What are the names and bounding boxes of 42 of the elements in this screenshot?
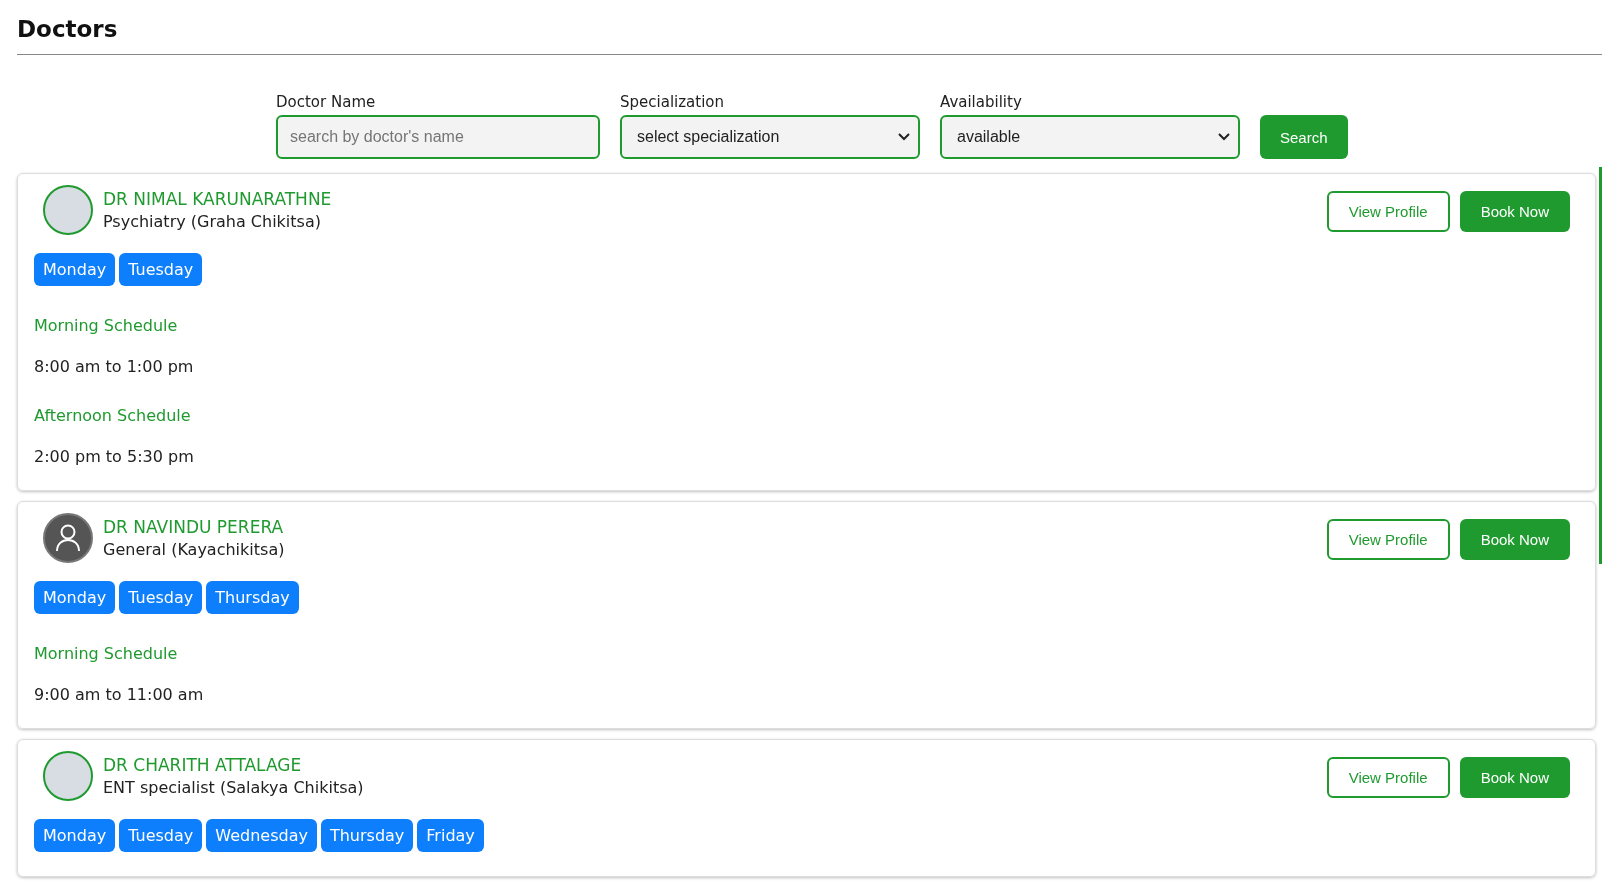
specialization-select[interactable]: select specialization [620,115,920,159]
schedule-time: 2:00 pm to 5:30 pm [34,447,195,466]
photo-placeholder [43,185,93,235]
schedule-time: 9:00 am to 11:00 am [34,685,205,704]
day-badge: Thursday [320,819,414,852]
view-profile-button[interactable]: View Profile [1326,519,1450,560]
view-profile-button[interactable]: View Profile [1326,191,1450,232]
search-button[interactable]: Search [1260,115,1348,159]
book-now-button[interactable]: Book Now [1459,757,1570,798]
schedule-time: 8:00 am to 1:00 pm [34,357,195,376]
day-badge: Monday [34,819,116,852]
schedule-label: Morning Schedule [34,316,179,335]
day-badge: Wednesday [206,819,317,852]
doctor-name-input[interactable]: search by doctor's name [276,115,600,159]
chevron-down-icon [1218,133,1230,141]
day-badge: Tuesday [119,581,203,614]
avatar-icon [43,513,93,563]
day-badge: Tuesday [119,819,203,852]
page-title: Doctors [17,16,119,42]
day-badge: Monday [34,253,116,286]
doctor-specialization: Psychiatry (Graha Chikitsa) [103,212,322,231]
book-now-button[interactable]: Book Now [1459,191,1570,232]
day-badge: Thursday [206,581,299,614]
field-label: Doctor Name [276,93,377,111]
doctor-name: DR NIMAL KARUNARATHNE [103,189,333,209]
scrollbar-thumb[interactable] [1599,167,1602,564]
book-now-button[interactable]: Book Now [1459,519,1570,560]
photo-placeholder [43,751,93,801]
schedule-label: Morning Schedule [34,644,179,663]
chevron-down-icon [898,133,910,141]
day-badge: Friday [417,819,484,852]
field-label: Availability [940,93,1023,111]
doctor-specialization: ENT specialist (Salakya Chikitsa) [103,778,365,797]
day-badge: Tuesday [119,253,203,286]
availability-select[interactable]: available [940,115,1240,159]
doctor-specialization: General (Kayachikitsa) [103,540,286,559]
schedule-label: Afternoon Schedule [34,406,192,425]
field-label: Specialization [620,93,725,111]
day-badge: Monday [34,581,116,614]
doctor-name: DR CHARITH ATTALAGE [103,755,303,775]
view-profile-button[interactable]: View Profile [1326,757,1450,798]
doctor-name: DR NAVINDU PERERA [103,517,285,537]
